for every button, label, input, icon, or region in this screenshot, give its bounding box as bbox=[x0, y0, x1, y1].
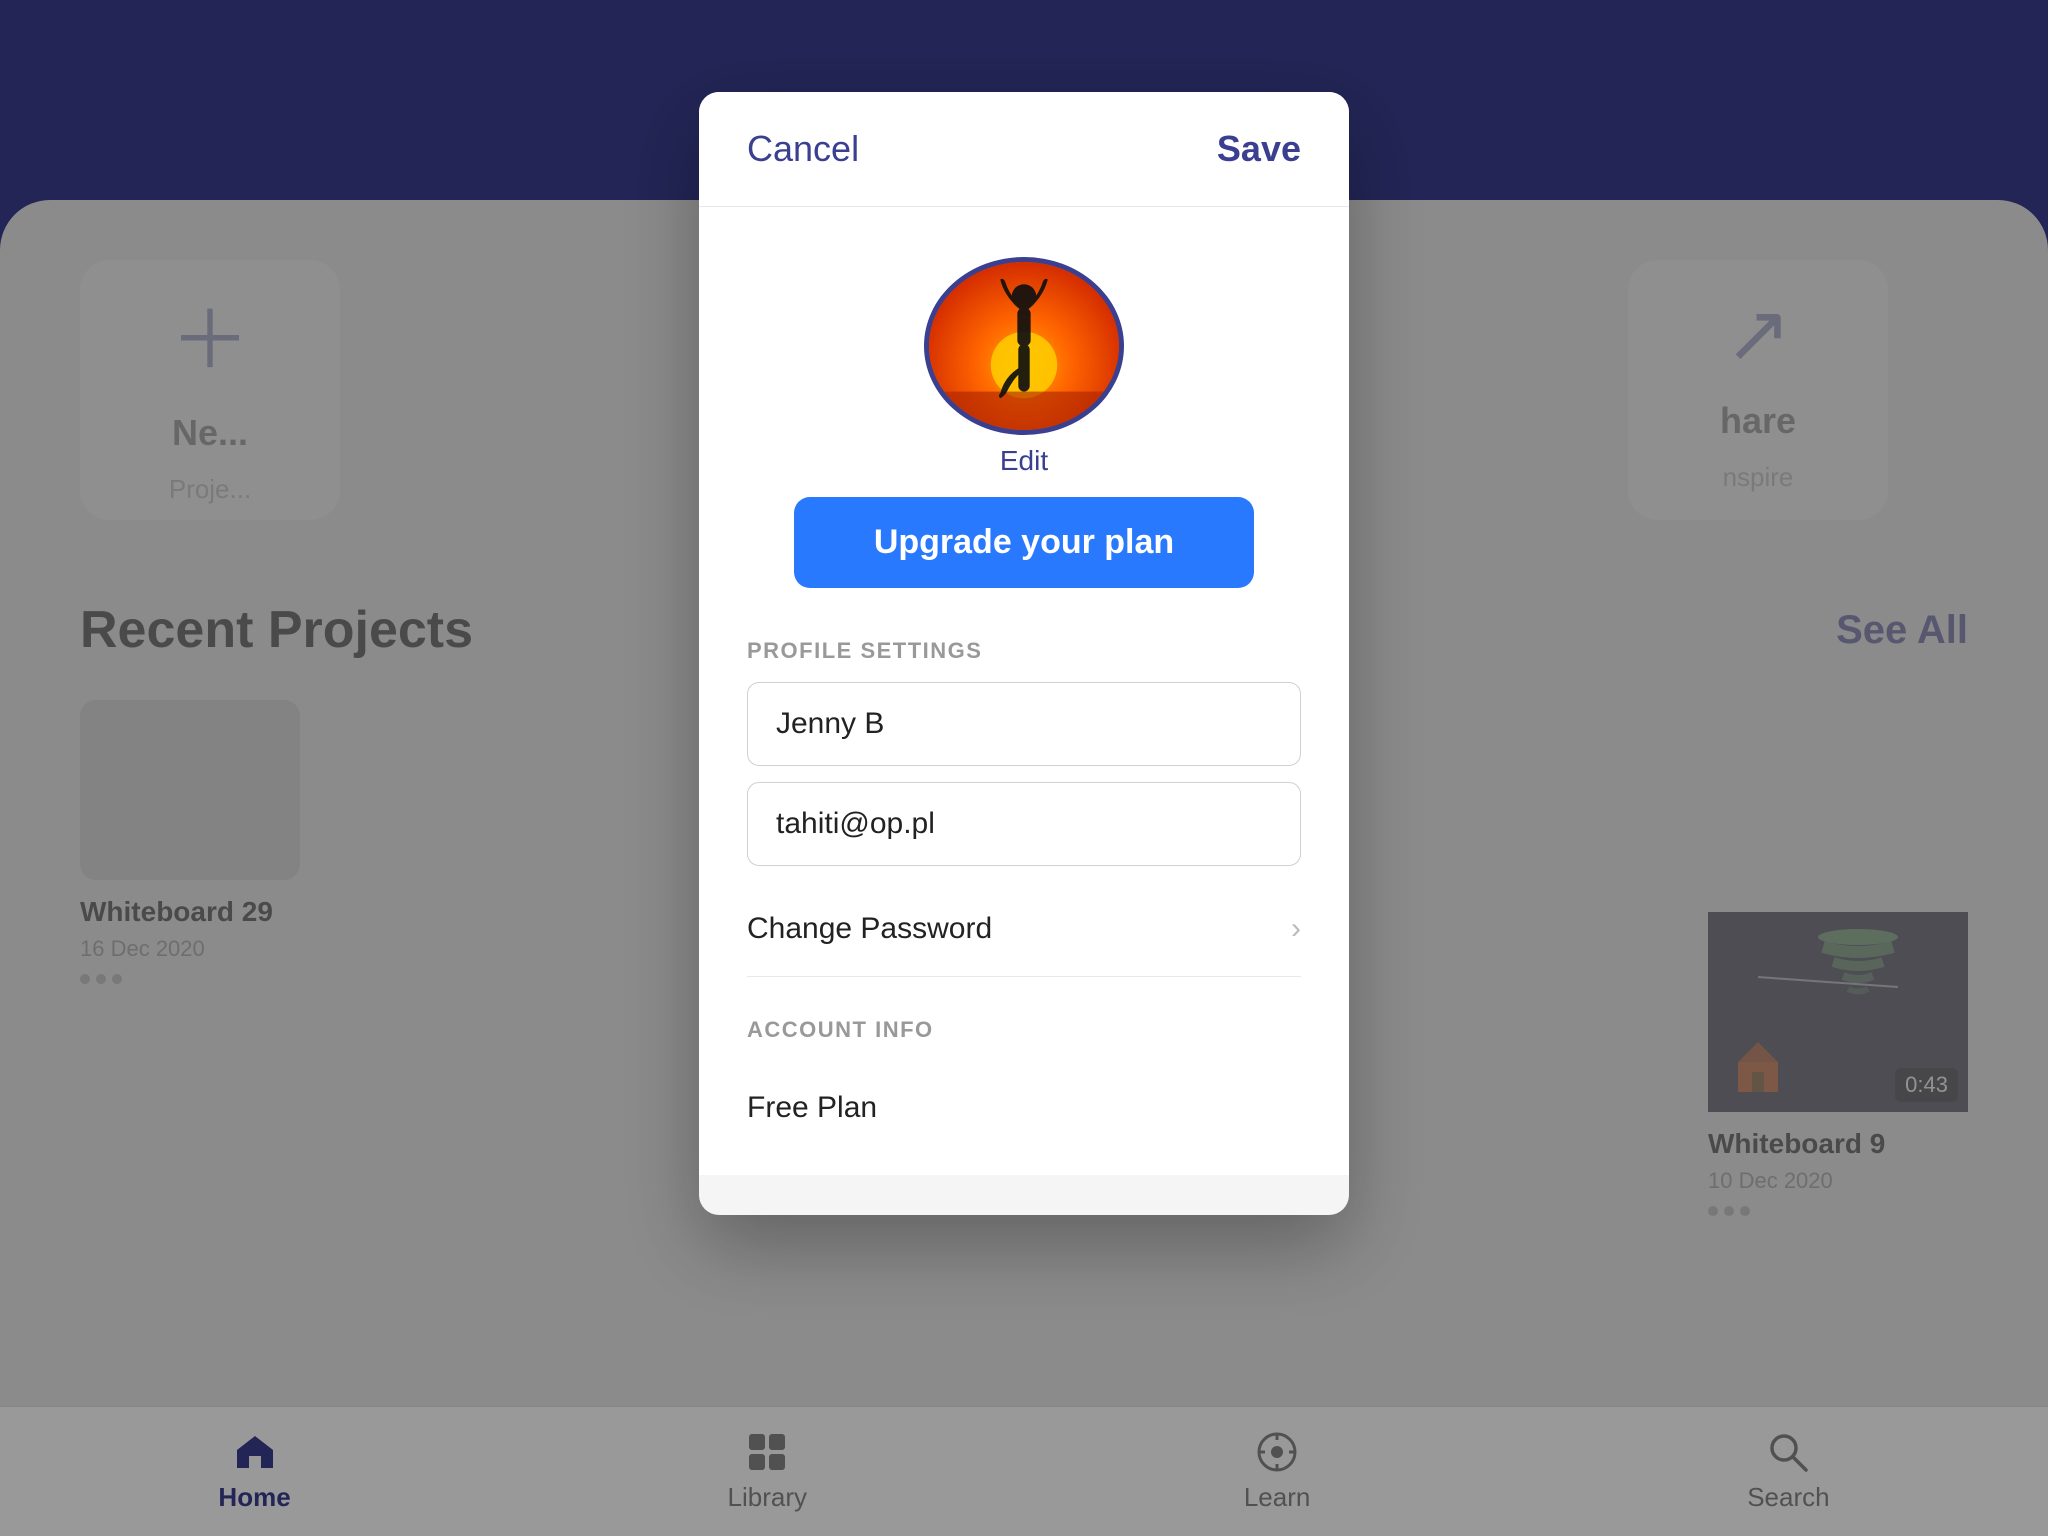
account-info-label: ACCOUNT INFO bbox=[747, 1017, 1301, 1043]
avatar-edit-label[interactable]: Edit bbox=[1000, 445, 1048, 477]
chevron-right-icon: › bbox=[1291, 912, 1301, 946]
cancel-button[interactable]: Cancel bbox=[747, 128, 859, 170]
change-password-row[interactable]: Change Password › bbox=[747, 882, 1301, 977]
avatar-circle[interactable] bbox=[924, 257, 1124, 435]
free-plan-label: Free Plan bbox=[747, 1061, 1301, 1135]
modal-body: Edit Upgrade your plan PROFILE SETTINGS … bbox=[699, 207, 1349, 1175]
name-input[interactable] bbox=[747, 682, 1301, 766]
save-button[interactable]: Save bbox=[1217, 128, 1301, 170]
email-input[interactable] bbox=[747, 782, 1301, 866]
profile-settings-label: PROFILE SETTINGS bbox=[747, 638, 1301, 664]
upgrade-plan-button[interactable]: Upgrade your plan bbox=[794, 497, 1254, 588]
avatar-wrapper: Edit bbox=[924, 257, 1124, 477]
change-password-label: Change Password bbox=[747, 912, 992, 946]
account-info-section: ACCOUNT INFO Free Plan bbox=[747, 977, 1301, 1135]
modal-header: Cancel Save bbox=[699, 92, 1349, 207]
avatar-image bbox=[929, 257, 1119, 435]
profile-modal: Cancel Save bbox=[699, 92, 1349, 1215]
profile-settings-section: PROFILE SETTINGS Change Password › bbox=[747, 598, 1301, 977]
